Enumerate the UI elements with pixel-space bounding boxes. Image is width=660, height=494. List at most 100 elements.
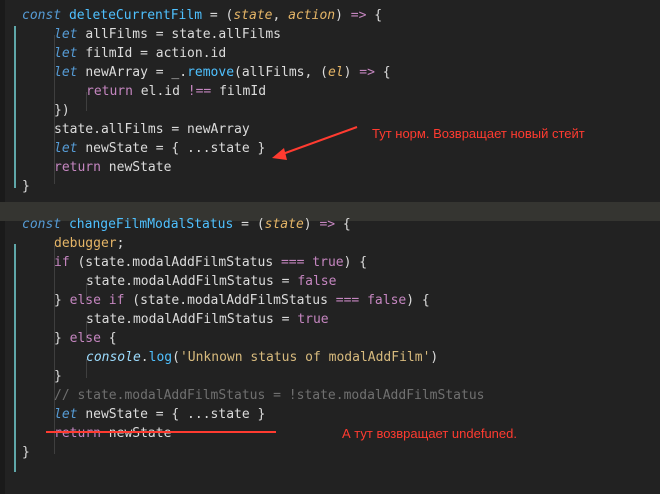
code-line[interactable]: } else { [54, 329, 117, 348]
code-editor[interactable]: const deleteCurrentFilm = (state, action… [0, 0, 660, 494]
code-line[interactable]: let filmId = action.id [54, 44, 226, 63]
code-line[interactable]: state.allFilms = newArray [54, 120, 250, 139]
code-token: (allFilms, ( [234, 65, 328, 80]
code-token: remove [187, 65, 235, 80]
code-line[interactable]: if (state.modalAddFilmStatus === true) { [54, 253, 367, 272]
code-token: => [359, 65, 375, 80]
code-token: false [297, 274, 337, 289]
code-line[interactable]: return el.id !== filmId [86, 82, 266, 101]
code-token: changeFilmModalStatus [68, 217, 234, 232]
code-token: let [54, 141, 86, 156]
code-line[interactable]: // state.modalAddFilmStatus = !state.mod… [54, 386, 484, 405]
code-line[interactable]: let newArray = _.remove(allFilms, (el) =… [54, 63, 391, 82]
code-token: else if [69, 293, 133, 308]
code-token: } [54, 293, 70, 308]
code-token: } [54, 369, 62, 384]
code-token: filmId [211, 84, 267, 99]
code-token: ) [335, 8, 351, 23]
code-token: state.allFilms = newArray [54, 122, 250, 137]
code-line[interactable]: } else if (state.modalAddFilmStatus === … [54, 291, 430, 310]
code-line[interactable]: return newState [54, 158, 171, 177]
code-token: => [319, 217, 336, 232]
code-token: ( [172, 350, 180, 365]
code-token: , [272, 8, 289, 23]
code-line[interactable]: let newState = { ...state } [54, 405, 265, 424]
code-token: ; [116, 236, 125, 251]
code-token: let [54, 407, 86, 422]
code-token: { [366, 8, 383, 23]
arrow-icon [272, 126, 358, 160]
code-token: false [367, 293, 407, 308]
code-line[interactable]: console.log('Unknown status of modalAddF… [86, 348, 438, 367]
code-token: else [69, 331, 109, 346]
code-token: 'Unknown status of modalAddFilm' [179, 350, 431, 365]
code-line[interactable]: } [22, 443, 30, 462]
code-token: ) [303, 217, 320, 232]
code-token: action [288, 8, 336, 23]
code-line[interactable]: const changeFilmModalStatus = (state) =>… [22, 215, 351, 234]
code-token: newArray = _. [85, 65, 188, 80]
code-token: } [54, 331, 70, 346]
code-token: true [312, 255, 344, 270]
code-token: el [327, 65, 344, 80]
code-token: . [140, 350, 149, 365]
annotation-new-state-ok: Тут норм. Возвращает новый стейт [372, 126, 585, 141]
code-token: return [86, 84, 141, 99]
code-token: el.id [140, 84, 188, 99]
code-line[interactable]: debugger; [54, 234, 124, 253]
code-token: let [54, 65, 86, 80]
code-token: state [264, 217, 304, 232]
code-token: (state.modalAddFilmStatus [77, 255, 281, 270]
code-line[interactable]: let allFilms = state.allFilms [54, 25, 281, 44]
annotation-returns-undefined: А тут возвращает undefuned. [342, 426, 517, 441]
code-token: const [22, 217, 69, 232]
code-token: state.modalAddFilmStatus = [86, 312, 298, 327]
code-token: => [350, 8, 367, 23]
code-token: allFilms = state.allFilms [85, 27, 281, 42]
code-token: return [54, 426, 109, 441]
code-token: (state.modalAddFilmStatus [132, 293, 336, 308]
code-line[interactable]: } [22, 177, 30, 196]
code-token: { [108, 331, 117, 346]
code-line[interactable]: state.modalAddFilmStatus = true [86, 310, 329, 329]
code-token: deleteCurrentFilm [68, 8, 203, 23]
code-token: = ( [202, 8, 234, 23]
code-token: ) [343, 65, 360, 80]
code-token: ) { [343, 255, 368, 270]
code-line[interactable]: } [54, 367, 62, 386]
code-token: debugger [54, 236, 117, 251]
code-token: let [54, 27, 86, 42]
code-token: console [86, 350, 141, 365]
code-token: newState [108, 426, 172, 441]
code-token: log [148, 350, 173, 365]
code-token: === [335, 293, 360, 308]
scope-indicator-second-function [14, 244, 16, 472]
code-token: ) { [406, 293, 430, 308]
code-token: !== [187, 84, 212, 99]
code-line[interactable]: const deleteCurrentFilm = (state, action… [22, 6, 382, 25]
code-line[interactable]: }) [54, 101, 70, 120]
code-token: filmId = action.id [85, 46, 227, 61]
code-token: { [374, 65, 391, 80]
code-line[interactable]: state.modalAddFilmStatus = false [86, 272, 336, 291]
code-token: state.modalAddFilmStatus = [86, 274, 298, 289]
code-token: const [22, 8, 69, 23]
code-token: { [335, 217, 351, 232]
code-token: let [54, 46, 86, 61]
code-token: } [22, 179, 30, 194]
scope-indicator-first-function [14, 26, 16, 188]
code-token: ) [430, 350, 439, 365]
code-line[interactable]: let newState = { ...state } [54, 139, 265, 158]
code-token: state [233, 8, 273, 23]
code-token: return [54, 160, 109, 175]
code-token: newState [108, 160, 172, 175]
code-token: if [54, 255, 78, 270]
code-line[interactable]: return newState [54, 424, 171, 443]
code-token: } [22, 445, 30, 460]
editor-gutter [0, 0, 5, 494]
code-token: === [280, 255, 305, 270]
code-token: // state.modalAddFilmStatus = !state.mod… [54, 388, 485, 403]
code-token: newState = { ...state } [85, 407, 266, 422]
code-token: newState = { ...state } [85, 141, 266, 156]
